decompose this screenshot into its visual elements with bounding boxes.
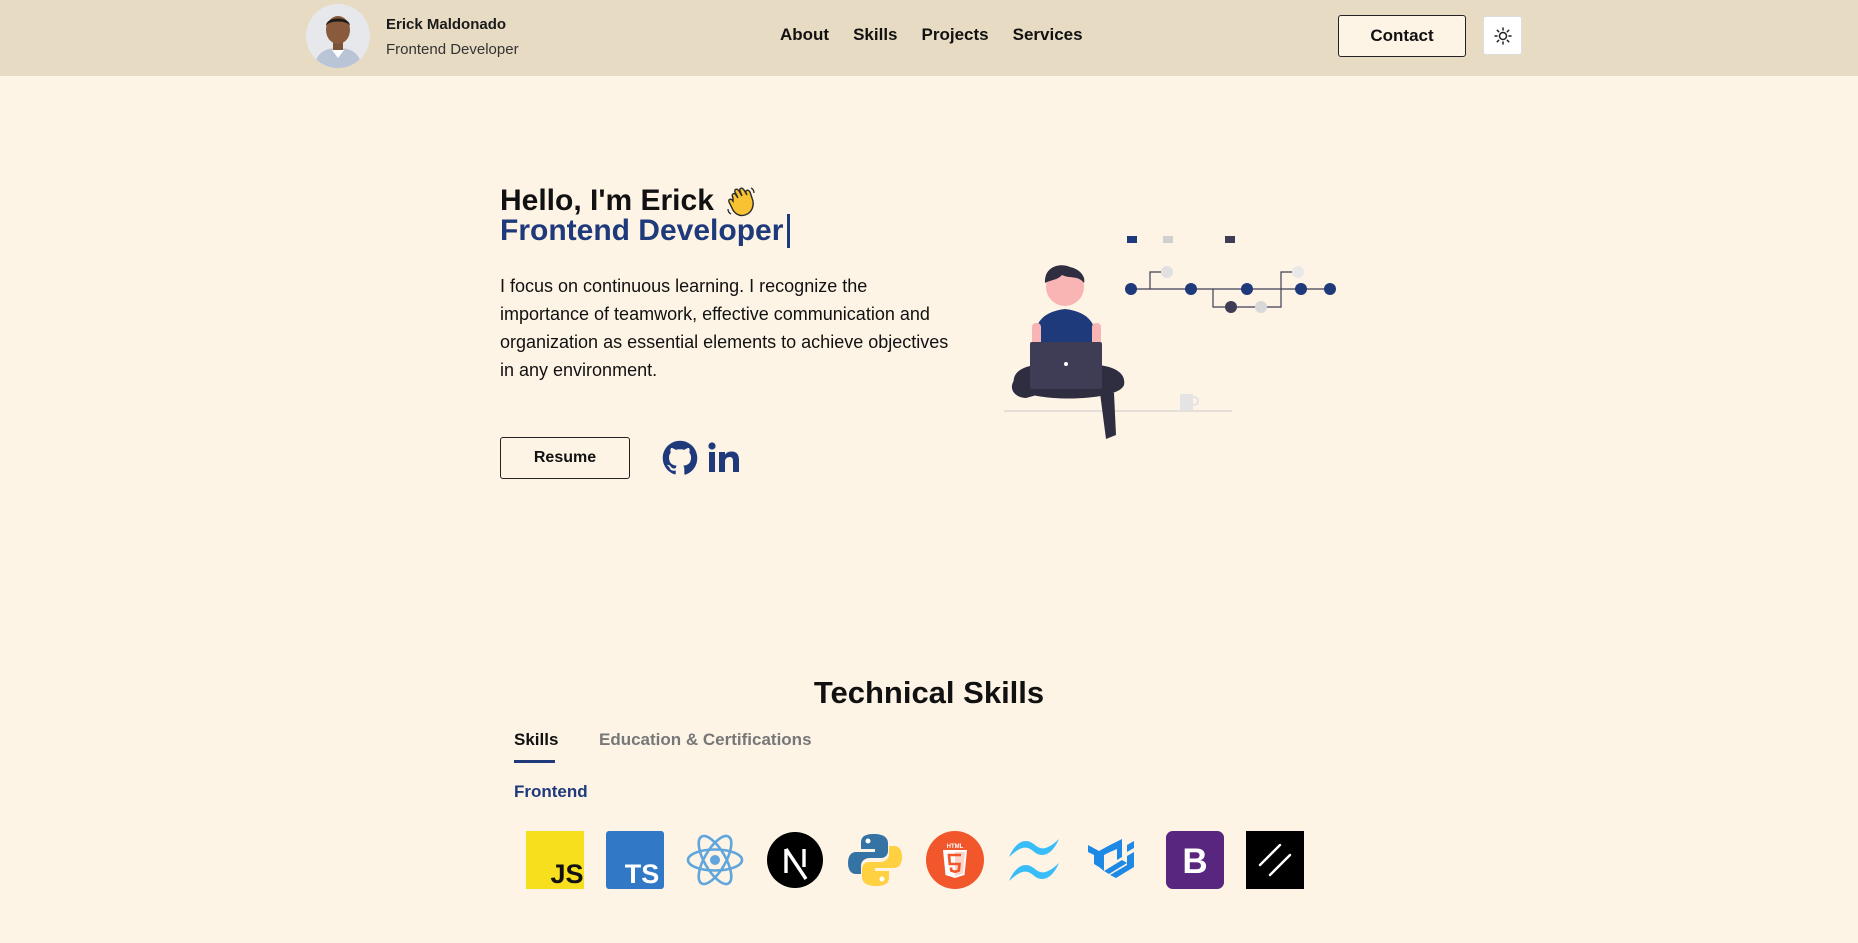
hero-greeting: Hello, I'm Erick — [500, 184, 758, 218]
contact-button[interactable]: Contact — [1338, 15, 1466, 57]
theme-toggle-button[interactable] — [1483, 16, 1522, 55]
navbar: Erick Maldonado Frontend Developer About… — [0, 0, 1858, 76]
nav-link-skills[interactable]: Skills — [853, 25, 897, 45]
sun-icon — [1493, 26, 1512, 45]
waving-hand-icon — [724, 184, 758, 218]
linkedin-icon[interactable] — [706, 440, 742, 481]
svg-text:TS: TS — [625, 859, 660, 889]
python-icon — [848, 834, 902, 886]
person-with-laptop-illustration — [1000, 225, 1340, 440]
nextjs-icon — [767, 832, 823, 888]
github-icon[interactable] — [662, 440, 698, 481]
tab-education-certifications[interactable]: Education & Certifications — [599, 730, 812, 750]
tab-skills[interactable]: Skills — [514, 730, 558, 750]
nav-link-about[interactable]: About — [780, 25, 829, 45]
brand-role: Frontend Developer — [386, 41, 519, 58]
nav-link-projects[interactable]: Projects — [922, 25, 989, 45]
typescript-icon: TS — [606, 831, 664, 889]
resume-button[interactable]: Resume — [500, 437, 630, 479]
svg-text:B: B — [1182, 842, 1207, 881]
avatar — [306, 4, 370, 68]
react-icon — [686, 834, 744, 886]
nav-link-services[interactable]: Services — [1013, 25, 1083, 45]
brand-name: Erick Maldonado — [386, 16, 507, 33]
skill-category-title: Frontend — [514, 782, 588, 801]
tailwind-icon — [1009, 839, 1059, 881]
hero-description: I focus on continuous learning. I recogn… — [500, 276, 949, 380]
active-tab-indicator — [514, 760, 555, 763]
html5-icon: HTML — [926, 831, 984, 889]
skills-title: Technical Skills — [813, 675, 1045, 710]
brand[interactable]: Erick Maldonado Frontend Developer — [306, 4, 519, 68]
greeting-text: Hello, I'm Erick — [500, 184, 714, 217]
typing-cursor — [787, 214, 791, 248]
material-ui-icon — [1088, 839, 1134, 878]
bootstrap-icon: B — [1166, 831, 1224, 889]
typed-role: Frontend Developer — [500, 214, 791, 248]
svg-text:JS: JS — [550, 859, 583, 889]
svg-text:HTML: HTML — [947, 844, 964, 850]
javascript-icon: JS — [526, 831, 584, 889]
shadcn-icon — [1246, 831, 1304, 889]
typed-role-text: Frontend Developer — [500, 214, 784, 247]
main-nav: About Skills Projects Services — [780, 25, 1083, 45]
